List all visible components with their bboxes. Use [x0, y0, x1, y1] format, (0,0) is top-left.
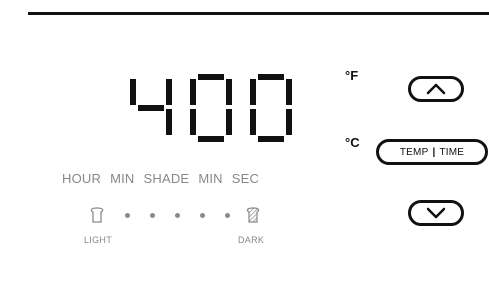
shade-dot-2 — [150, 213, 155, 218]
mode-sec: SEC — [231, 171, 260, 186]
mode-hour: HOUR — [62, 171, 102, 186]
seven-segment-readout — [130, 74, 292, 142]
digit-segment-b — [166, 79, 172, 105]
shade-scale — [90, 207, 270, 227]
shade-dot-3 — [175, 213, 180, 218]
chevron-down-icon — [426, 207, 446, 219]
top-divider — [28, 12, 489, 15]
digit-segment-a — [258, 74, 284, 80]
shade-dot-4 — [200, 213, 205, 218]
dark-label: DARK — [238, 235, 265, 245]
digit-segment-a — [198, 74, 224, 80]
increase-button[interactable] — [408, 76, 464, 102]
temp-label: TEMP — [399, 146, 429, 158]
digit-segment-c — [286, 109, 292, 135]
digit-segment-f — [190, 79, 196, 105]
temp-time-button[interactable]: TEMP | TIME — [376, 139, 488, 165]
digit-segment-c — [166, 109, 172, 135]
digit-segment-f — [130, 79, 136, 105]
digit-segment-c — [226, 109, 232, 135]
digit-segment-d — [198, 136, 224, 142]
chevron-up-icon — [426, 83, 446, 95]
decrease-button[interactable] — [408, 200, 464, 226]
mode-min: MIN — [110, 171, 135, 186]
digit-1 — [130, 79, 172, 135]
digit-2 — [190, 74, 232, 142]
digit-segment-e — [250, 109, 256, 135]
mode-min-2: MIN — [198, 171, 223, 186]
light-toast-icon — [90, 207, 104, 223]
temp-time-separator: | — [432, 146, 436, 158]
light-label: LIGHT — [84, 235, 113, 245]
mode-labels: HOUR MIN SHADE MIN SEC — [62, 171, 302, 186]
shade-dot-5 — [225, 213, 230, 218]
digit-segment-f — [250, 79, 256, 105]
celsius-indicator: °C — [345, 135, 360, 150]
fahrenheit-indicator: °F — [345, 68, 359, 83]
mode-shade: SHADE — [143, 171, 190, 186]
digit-segment-d — [258, 136, 284, 142]
digit-segment-e — [190, 109, 196, 135]
digit-segment-b — [286, 79, 292, 105]
shade-dot-1 — [125, 213, 130, 218]
time-label: TIME — [439, 146, 465, 158]
dark-toast-icon — [246, 207, 260, 223]
digit-segment-b — [226, 79, 232, 105]
temperature-display — [120, 70, 300, 145]
digit-segment-g — [138, 105, 164, 111]
digit-3 — [250, 74, 292, 142]
